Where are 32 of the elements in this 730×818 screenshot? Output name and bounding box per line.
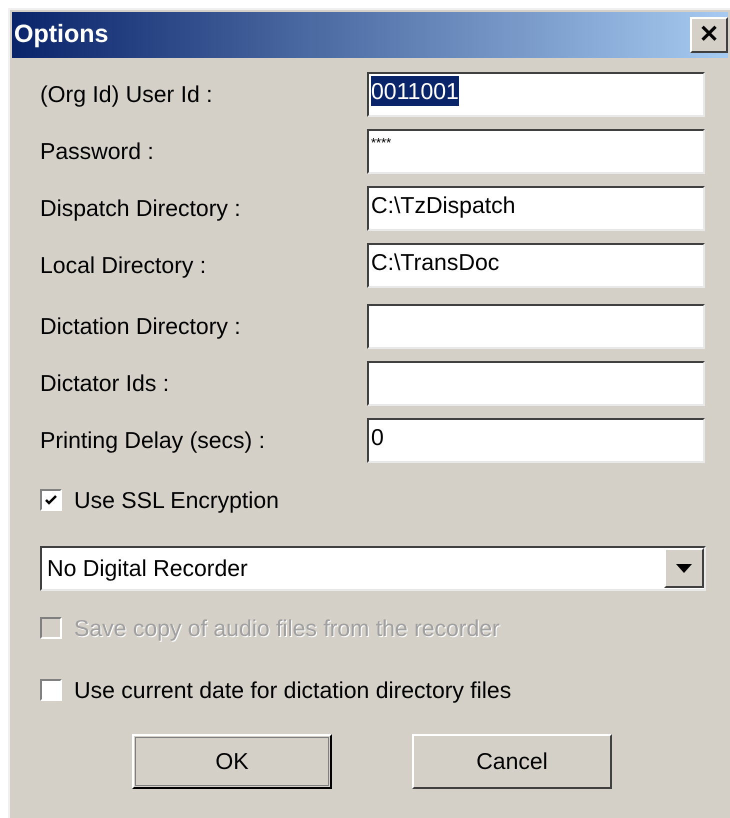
checkbox-label: Use current date for dictation directory files (74, 676, 512, 705)
field-value: C:\TzDispatch (371, 191, 516, 220)
cancel-button[interactable]: Cancel (412, 734, 612, 788)
checkbox-label: Use SSL Encryption (74, 486, 279, 515)
field-label: Dispatch Directory : (39, 194, 242, 224)
dropdown-arrow-button[interactable] (664, 548, 704, 588)
input-field[interactable]: 0 (367, 418, 705, 463)
caret-icon (676, 564, 692, 572)
input-field[interactable]: 0011001 (367, 72, 705, 117)
password-field[interactable]: **** (367, 129, 705, 174)
checkmark-icon (44, 493, 58, 508)
field-label: Dictation Directory : (39, 312, 242, 342)
field-label: (Org Id) User Id : (39, 80, 214, 110)
field-label: Local Directory : (39, 251, 208, 280)
recorder-dropdown[interactable]: No Digital Recorder (40, 546, 706, 590)
checkbox[interactable] (40, 679, 62, 702)
field-value: 0 (371, 423, 384, 452)
dropdown-value: No Digital Recorder (46, 554, 248, 583)
window-title: Options (14, 19, 108, 50)
field-value: 0011001 (371, 76, 459, 106)
field-value: C:\TransDoc (371, 248, 500, 277)
input-field[interactable] (367, 304, 705, 349)
input-field[interactable]: C:\TransDoc (367, 243, 705, 288)
field-label: Dictator Ids : (39, 369, 170, 398)
ok-button[interactable]: OK (132, 734, 332, 788)
checkbox[interactable] (40, 489, 62, 512)
input-field[interactable]: C:\TzDispatch (367, 186, 705, 231)
close-button[interactable]: ✕ (690, 17, 728, 53)
input-field[interactable] (367, 361, 705, 406)
field-label: Printing Delay (secs) : (39, 426, 266, 456)
field-value: **** (371, 134, 392, 152)
field-label: Password : (39, 137, 155, 166)
